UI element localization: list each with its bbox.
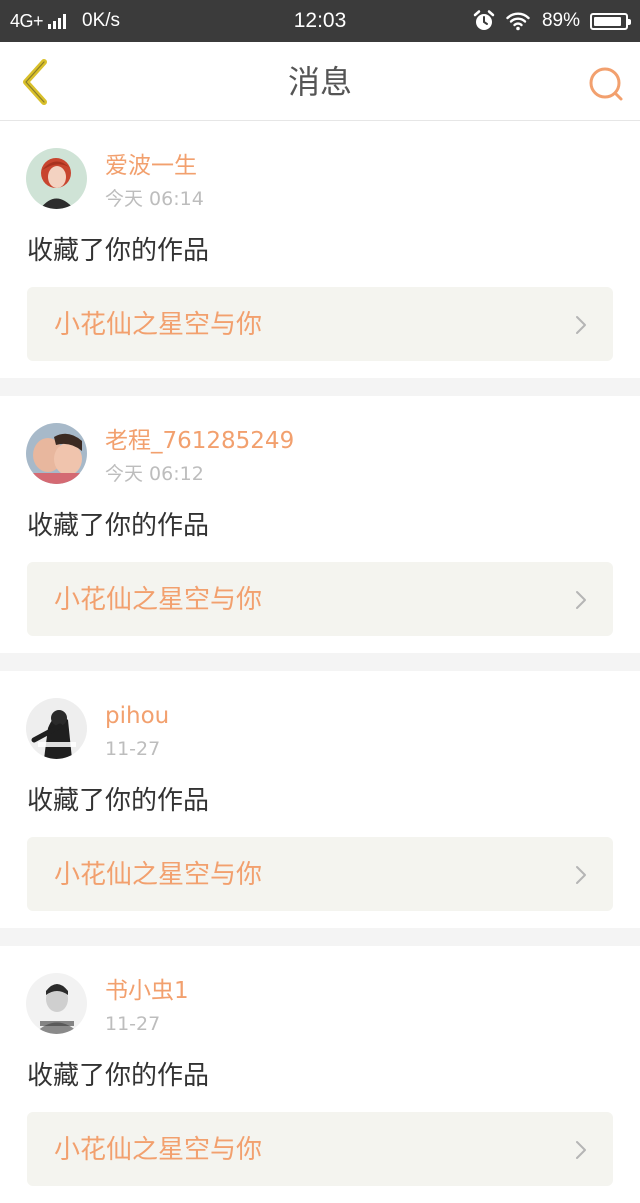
timestamp: 今天 06:12	[105, 463, 204, 485]
action-text: 收藏了你的作品	[27, 1061, 210, 1091]
message-item: 爱波一生 今天 06:14 收藏了你的作品 小花仙之星空与你	[0, 121, 640, 378]
message-list: 爱波一生 今天 06:14 收藏了你的作品 小花仙之星空与你 老程_761285…	[0, 121, 640, 1203]
action-text: 收藏了你的作品	[27, 786, 210, 816]
username[interactable]: pihou	[105, 700, 169, 732]
search-icon[interactable]	[586, 64, 626, 104]
work-title: 小花仙之星空与你	[54, 310, 263, 340]
battery-percent: 89%	[541, 10, 580, 31]
alarm-icon	[473, 10, 495, 30]
chevron-right-icon	[576, 1141, 586, 1159]
avatar[interactable]	[26, 973, 87, 1034]
battery-fill	[594, 16, 621, 26]
timestamp: 今天 06:14	[105, 188, 204, 210]
work-title: 小花仙之星空与你	[54, 1135, 263, 1165]
message-item: 老程_761285249 今天 06:12 收藏了你的作品 小花仙之星空与你	[0, 396, 640, 653]
username[interactable]: 爱波一生	[105, 150, 197, 182]
page-title: 消息	[287, 63, 352, 101]
work-link[interactable]: 小花仙之星空与你	[27, 1112, 613, 1186]
nav-bar: 消息	[0, 42, 640, 121]
avatar[interactable]	[26, 423, 87, 484]
username[interactable]: 书小虫1	[105, 975, 189, 1007]
work-link[interactable]: 小花仙之星空与你	[27, 287, 613, 361]
chevron-right-icon	[576, 591, 586, 609]
timestamp: 11-27	[105, 1013, 161, 1035]
chevron-left-icon[interactable]	[16, 58, 52, 106]
work-link[interactable]: 小花仙之星空与你	[27, 562, 613, 636]
timestamp: 11-27	[105, 738, 161, 760]
work-title: 小花仙之星空与你	[54, 585, 263, 615]
avatar[interactable]	[26, 148, 87, 209]
wifi-icon	[506, 12, 530, 31]
status-right: 89%	[472, 0, 631, 42]
work-link[interactable]: 小花仙之星空与你	[27, 837, 613, 911]
battery-icon	[590, 12, 631, 30]
message-item: 书小虫1 11-27 收藏了你的作品 小花仙之星空与你	[0, 946, 640, 1203]
avatar[interactable]	[26, 698, 87, 759]
action-text: 收藏了你的作品	[27, 511, 210, 541]
divider	[0, 928, 640, 946]
action-text: 收藏了你的作品	[27, 236, 210, 266]
chevron-right-icon	[576, 316, 586, 334]
work-title: 小花仙之星空与你	[54, 860, 263, 890]
message-item: pihou 11-27 收藏了你的作品 小花仙之星空与你	[0, 671, 640, 928]
divider	[0, 378, 640, 396]
divider	[0, 653, 640, 671]
status-bar: 4G+ 0K/s 12:03 89%	[0, 0, 640, 42]
username[interactable]: 老程_761285249	[105, 425, 294, 457]
chevron-right-icon	[576, 866, 586, 884]
